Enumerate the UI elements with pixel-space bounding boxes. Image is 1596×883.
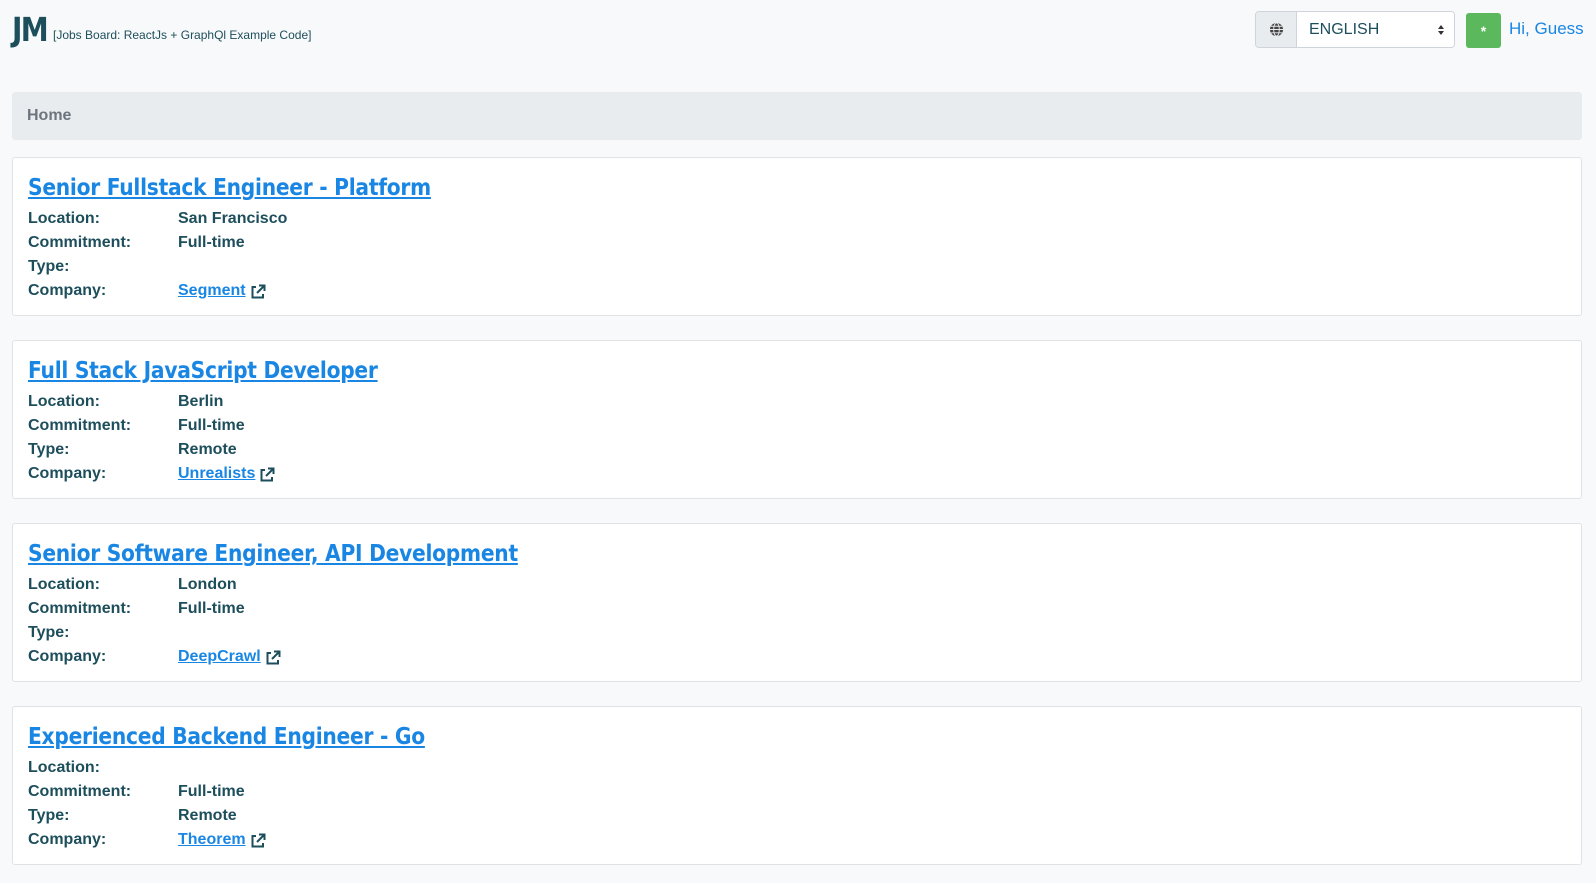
select-arrows-icon <box>1438 24 1444 35</box>
company-link[interactable]: Segment <box>178 279 266 303</box>
brand: JM [Jobs Board: ReactJs + GraphQl Exampl… <box>12 10 311 49</box>
location-value: London <box>178 576 237 593</box>
company-link[interactable]: Unrealists <box>178 462 275 486</box>
job-commitment-row: Commitment: Full-time <box>28 597 1566 621</box>
commitment-value: Full-time <box>178 234 245 251</box>
job-card: Senior Fullstack Engineer - Platform Loc… <box>12 157 1582 316</box>
company-label: Company: <box>28 282 107 299</box>
job-card: Full Stack JavaScript Developer Location… <box>12 340 1582 499</box>
commitment-label: Commitment: <box>28 600 132 617</box>
type-value: Remote <box>178 807 237 824</box>
page: JM [Jobs Board: ReactJs + GraphQl Exampl… <box>0 0 1596 883</box>
job-type-row: Type: <box>28 255 1566 279</box>
user-name[interactable]: Guess <box>1535 19 1584 38</box>
job-type-row: Type: <box>28 621 1566 645</box>
type-label: Type: <box>28 624 70 641</box>
job-title-link[interactable]: Senior Software Engineer, API Developmen… <box>28 536 518 572</box>
job-company-row: Company: Theorem <box>28 828 1566 852</box>
breadcrumb: Home <box>12 92 1582 140</box>
external-link-icon <box>266 650 281 665</box>
job-company-row: Company: Segment <box>28 279 1566 303</box>
job-commitment-row: Commitment: Full-time <box>28 414 1566 438</box>
asterisk-icon: * <box>1480 22 1487 39</box>
type-label: Type: <box>28 258 70 275</box>
job-card: Experienced Backend Engineer - Go Locati… <box>12 706 1582 865</box>
company-name: Segment <box>178 282 246 299</box>
job-title-link[interactable]: Experienced Backend Engineer - Go <box>28 719 425 755</box>
job-card: Senior Software Engineer, API Developmen… <box>12 523 1582 682</box>
company-label: Company: <box>28 648 107 665</box>
commitment-value: Full-time <box>178 417 245 434</box>
job-company-row: Company: Unrealists <box>28 462 1566 486</box>
company-name: DeepCrawl <box>178 648 261 665</box>
external-link-icon <box>251 284 266 299</box>
commitment-label: Commitment: <box>28 783 132 800</box>
job-title-link[interactable]: Senior Fullstack Engineer - Platform <box>28 170 431 206</box>
language-selector[interactable]: ENGLISH <box>1255 11 1455 48</box>
location-value: San Francisco <box>178 210 288 227</box>
company-name: Theorem <box>178 831 246 848</box>
company-link[interactable]: Theorem <box>178 828 266 852</box>
user-menu-button[interactable]: * <box>1466 13 1501 48</box>
language-selected-value: ENGLISH <box>1309 20 1380 38</box>
job-type-row: Type: Remote <box>28 804 1566 828</box>
company-link[interactable]: DeepCrawl <box>178 645 281 669</box>
commitment-label: Commitment: <box>28 417 132 434</box>
location-label: Location: <box>28 576 100 593</box>
job-company-row: Company: DeepCrawl <box>28 645 1566 669</box>
user-greeting[interactable]: Hi, Guess <box>1509 19 1584 39</box>
commitment-value: Full-time <box>178 783 245 800</box>
type-label: Type: <box>28 807 70 824</box>
job-commitment-row: Commitment: Full-time <box>28 780 1566 804</box>
job-location-row: Location: London <box>28 573 1566 597</box>
job-location-row: Location: Berlin <box>28 390 1566 414</box>
type-label: Type: <box>28 441 70 458</box>
globe-icon <box>1256 12 1297 47</box>
breadcrumb-home: Home <box>27 107 72 124</box>
external-link-icon <box>251 833 266 848</box>
commitment-value: Full-time <box>178 600 245 617</box>
location-label: Location: <box>28 759 100 776</box>
job-title-link[interactable]: Full Stack JavaScript Developer <box>28 353 378 389</box>
location-value: Berlin <box>178 393 224 410</box>
greeting-prefix: Hi, <box>1509 19 1530 38</box>
header: JM [Jobs Board: ReactJs + GraphQl Exampl… <box>0 0 1596 62</box>
tagline: [Jobs Board: ReactJs + GraphQl Example C… <box>53 28 312 42</box>
logo[interactable]: JM <box>12 10 49 49</box>
external-link-icon <box>260 467 275 482</box>
company-name: Unrealists <box>178 465 256 482</box>
company-label: Company: <box>28 831 107 848</box>
job-type-row: Type: Remote <box>28 438 1566 462</box>
type-value: Remote <box>178 441 237 458</box>
location-label: Location: <box>28 393 100 410</box>
job-location-row: Location: <box>28 756 1566 780</box>
job-commitment-row: Commitment: Full-time <box>28 231 1566 255</box>
location-label: Location: <box>28 210 100 227</box>
job-location-row: Location: San Francisco <box>28 207 1566 231</box>
language-select[interactable]: ENGLISH <box>1297 12 1454 47</box>
commitment-label: Commitment: <box>28 234 132 251</box>
company-label: Company: <box>28 465 107 482</box>
